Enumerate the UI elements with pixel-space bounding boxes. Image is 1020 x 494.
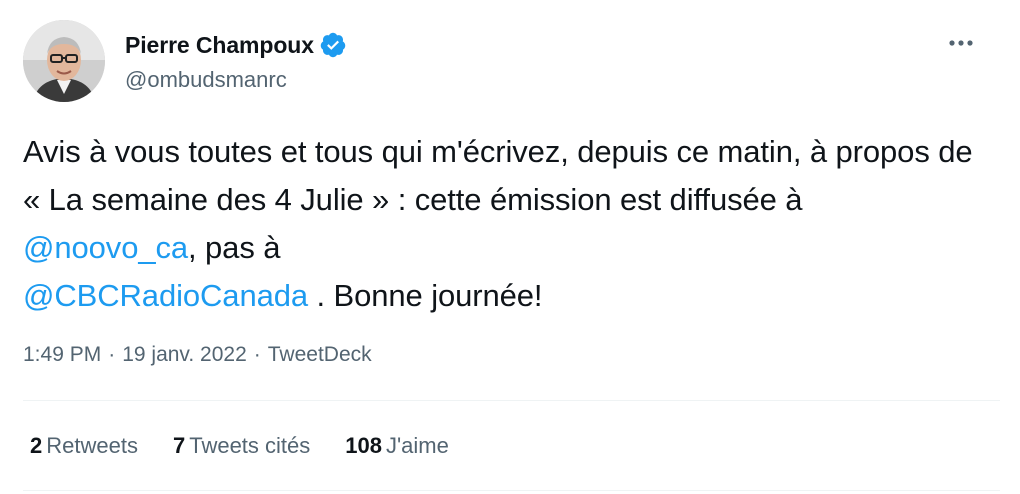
- retweets-label: Retweets: [46, 433, 138, 458]
- tweet-time[interactable]: 1:49 PM: [23, 343, 101, 366]
- tweet-meta: 1:49 PM · 19 janv. 2022 · TweetDeck: [23, 343, 372, 367]
- mention-cbcradiocanada-link[interactable]: @CBCRadioCanada: [23, 278, 308, 313]
- tweet-card: Pierre Champoux @ombudsmanrc Avis à vous…: [0, 0, 1020, 494]
- more-options-icon[interactable]: [946, 28, 976, 58]
- tweet-text: Avis à vous toutes et tous qui m'écrivez…: [23, 128, 983, 320]
- author-block: Pierre Champoux @ombudsmanrc: [125, 31, 347, 93]
- author-handle[interactable]: @ombudsmanrc: [125, 67, 347, 93]
- likes-count: 108: [345, 433, 382, 458]
- tweet-text-part-2: , pas à: [188, 230, 281, 265]
- verified-badge-icon: [319, 31, 347, 59]
- quote-tweets-label: Tweets cités: [189, 433, 311, 458]
- meta-separator: ·: [108, 343, 116, 366]
- divider: [23, 490, 1000, 491]
- likes-label: J'aime: [385, 433, 449, 458]
- quote-tweets-stat[interactable]: 7 Tweets cités: [173, 433, 310, 459]
- avatar-image: [23, 20, 105, 102]
- quote-tweets-count: 7: [172, 433, 186, 458]
- tweet-date[interactable]: 19 janv. 2022: [122, 343, 247, 366]
- tweet-text-part-3: . Bonne journée!: [308, 278, 543, 313]
- meta-separator: ·: [253, 343, 261, 366]
- retweets-stat[interactable]: 2 Retweets: [30, 433, 138, 459]
- mention-noovo-link[interactable]: @noovo_ca: [23, 230, 188, 265]
- tweet-stats: 2 Retweets 7 Tweets cités 108 J'aime: [30, 433, 484, 459]
- divider: [23, 400, 1000, 401]
- retweets-count: 2: [30, 433, 43, 458]
- author-name[interactable]: Pierre Champoux: [125, 32, 314, 59]
- tweet-text-part-1: Avis à vous toutes et tous qui m'écrivez…: [23, 134, 973, 217]
- author-name-row: Pierre Champoux: [125, 31, 347, 59]
- tweet-source-link[interactable]: TweetDeck: [268, 343, 372, 366]
- avatar[interactable]: [23, 20, 105, 102]
- likes-stat[interactable]: 108 J'aime: [345, 433, 449, 459]
